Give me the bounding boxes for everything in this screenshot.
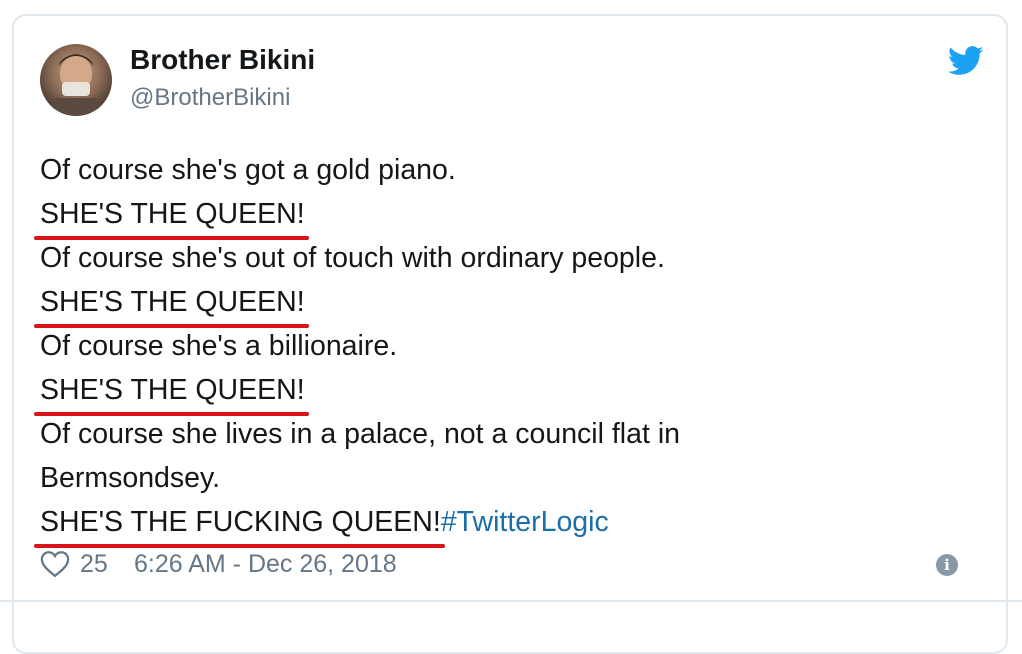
- tweet-footer: 25 6:26 AM - Dec 26, 2018 i: [40, 546, 960, 586]
- info-icon[interactable]: i: [936, 554, 958, 576]
- tweet-line-underlined: SHE'S THE FUCKING QUEEN! #TwitterLogic: [34, 500, 960, 548]
- tweet-line: Of course she's out of touch with ordina…: [40, 242, 665, 274]
- twitter-bird-icon[interactable]: [948, 46, 984, 76]
- tweet-line-underlined: SHE'S THE QUEEN!: [34, 368, 960, 416]
- avatar[interactable]: [40, 44, 112, 116]
- tweet-line: Bermsondsey.: [40, 462, 221, 494]
- hashtag-link[interactable]: #TwitterLogic: [441, 506, 609, 538]
- heart-icon[interactable]: [40, 550, 70, 578]
- user-handle[interactable]: @BrotherBikini: [130, 84, 290, 112]
- tweet-line-underlined: SHE'S THE QUEEN!: [34, 280, 960, 328]
- tweet-body: Of course she's got a gold piano. SHE'S …: [34, 148, 960, 548]
- divider: [0, 600, 1022, 602]
- tweet-line: Of course she lives in a palace, not a c…: [40, 418, 681, 450]
- tweet-timestamp[interactable]: 6:26 AM - Dec 26, 2018: [134, 550, 397, 579]
- tweet-line: Of course she's got a gold piano.: [40, 154, 456, 186]
- tweet-line: Of course she's a billionaire.: [40, 330, 398, 362]
- tweet-line-underlined: SHE'S THE QUEEN!: [34, 192, 960, 240]
- like-count: 25: [80, 550, 108, 578]
- display-name[interactable]: Brother Bikini: [130, 44, 315, 76]
